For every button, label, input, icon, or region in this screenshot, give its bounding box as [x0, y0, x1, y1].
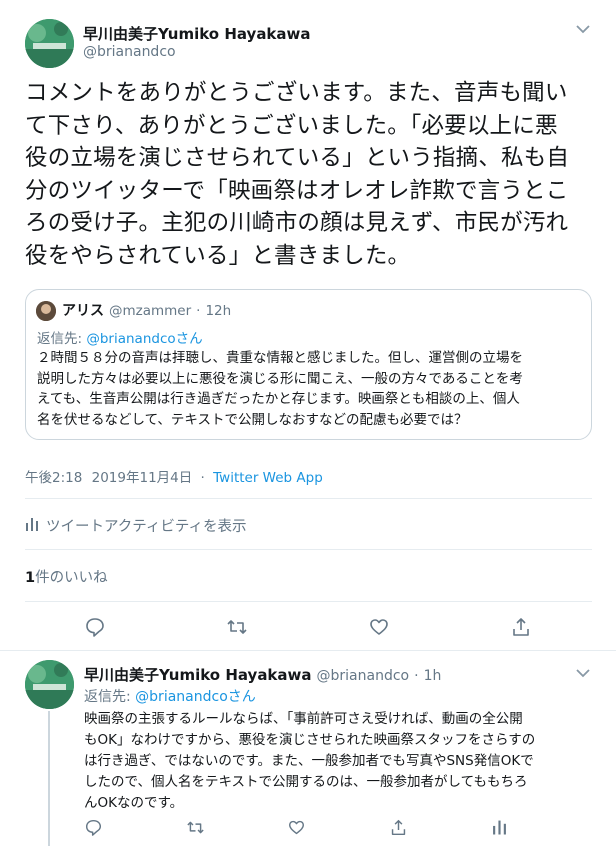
quote-reply-target[interactable]: @brianandco — [86, 331, 175, 347]
likes-count: 1 — [25, 570, 36, 586]
quote-time[interactable]: 12h — [205, 303, 231, 319]
tweet-activity-label: ツイートアクティビティを表示 — [46, 519, 247, 535]
reply-reply-to: 返信先: @brianandcoさん — [84, 686, 256, 706]
quote-author-handle[interactable]: @mzammer — [109, 303, 191, 319]
reply-reply-prefix: 返信先: — [84, 689, 136, 705]
divider — [25, 601, 592, 602]
heart-icon[interactable] — [368, 616, 390, 638]
reply-text: 映画祭の主張するルールならば、「事前許可さえ受ければ、動画の全公開 もOK」なわ… — [84, 709, 596, 814]
tweet-time[interactable]: 午後2:18 — [25, 470, 82, 486]
reply-icon[interactable] — [82, 816, 104, 838]
tweet-date[interactable]: 2019年11月4日 — [92, 470, 193, 486]
divider — [25, 549, 592, 550]
bar-chart-icon — [25, 517, 39, 535]
tweet-text: コメントをありがとうございます。また、音声も聞い て下さり、ありがとうございまし… — [25, 77, 595, 272]
tweet-text-line: 役の立場を演じさせられている」という指摘、私も自 — [25, 145, 570, 171]
reply-icon[interactable] — [84, 616, 106, 638]
quote-author-name[interactable]: アリス — [62, 300, 104, 320]
quote-text-line: 説明した方々は必要以上に悪役を演じる形に聞こえ、一般の方々であることを考 — [37, 370, 523, 387]
quote-reply-to: 返信先: @brianandcoさん — [37, 327, 203, 347]
retweet-icon[interactable] — [184, 816, 206, 838]
tweet-text-line: ろの受け子。主犯の川崎市の顔は見えず、市民が汚れ — [25, 210, 569, 236]
quote-separator: · — [196, 303, 201, 319]
avatar[interactable] — [25, 19, 74, 68]
likes-count-link[interactable]: 1件のいいね — [25, 566, 108, 587]
chevron-down-icon[interactable] — [576, 22, 590, 38]
reply-text-line: 映画祭の主張するルールならば、「事前許可さえ受ければ、動画の全公開 — [84, 711, 523, 727]
tweet-activity-link[interactable]: ツイートアクティビティを表示 — [25, 515, 247, 536]
reply-time[interactable]: 1h — [424, 668, 442, 684]
reply-text-line: したので、個人名をテキストで公開するのは、一般参加者がしてももちろ — [84, 774, 528, 790]
tweet-text-line: コメントをありがとうございます。また、音声も聞い — [25, 80, 568, 106]
thread-line — [48, 711, 50, 846]
quote-reply-suffix: さん — [175, 331, 203, 347]
reply-reply-suffix: さん — [227, 689, 256, 705]
divider — [25, 498, 592, 499]
quote-header: アリス @mzammer · 12h — [62, 300, 231, 320]
quote-text-line: 名を伏せるなどして、テキストで公開しなおすなどの配慮も必要では？ — [37, 411, 468, 428]
reply-text-line: んOKなのです。 — [84, 795, 184, 811]
reply-header: 早川由美子Yumiko Hayakawa @brianandco · 1h — [84, 664, 441, 685]
author-handle[interactable]: @brianandco — [83, 44, 176, 60]
tweet-client[interactable]: Twitter Web App — [213, 470, 323, 486]
quote-text-line: えても、生音声公開は行き過ぎだったかと存じます。映画祭とも相談の上、個人 — [37, 391, 520, 407]
share-icon[interactable] — [387, 816, 409, 838]
share-icon[interactable] — [510, 616, 532, 638]
quote-text-line: ２時間５８分の音声は拝聴し、貴重な情報と感じました。但し、運営側の立場を — [37, 350, 523, 366]
quote-reply-prefix: 返信先: — [37, 331, 87, 347]
quoted-tweet[interactable]: アリス @mzammer · 12h 返信先: @brianandcoさん ２時… — [25, 289, 592, 440]
tweet-separator: · — [200, 470, 205, 486]
heart-icon[interactable] — [285, 816, 307, 838]
tweet-text-line: 分のツイッターで「映画祭はオレオレ詐欺で言うとこ — [25, 177, 569, 204]
reply-text-line: は行き過ぎ、ではないのです。また、一般参加者でも写真やSNS発信OKで — [84, 753, 534, 769]
reply-reply-target[interactable]: @brianandco — [135, 689, 228, 705]
likes-label: 件のいいね — [35, 570, 108, 586]
analytics-icon[interactable] — [488, 816, 510, 838]
quote-text: ２時間５８分の音声は拝聴し、貴重な情報と感じました。但し、運営側の立場を 説明し… — [37, 348, 585, 430]
reply-author-name[interactable]: 早川由美子Yumiko Hayakawa — [84, 664, 312, 685]
divider — [0, 650, 616, 651]
quote-avatar[interactable] — [36, 301, 56, 321]
reply-author-handle[interactable]: @brianandco — [317, 668, 410, 684]
author-name[interactable]: 早川由美子Yumiko Hayakawa — [83, 23, 311, 44]
retweet-icon[interactable] — [226, 616, 248, 638]
reply-text-line: もOK」なわけですから、悪役を演じさせられた映画祭スタッフをさらすの — [84, 732, 536, 748]
tweet-text-line: 役をやらされている」と書きました。 — [25, 242, 411, 269]
avatar[interactable] — [25, 660, 74, 709]
reply-separator: · — [414, 668, 419, 684]
chevron-down-icon[interactable] — [576, 666, 590, 682]
tweet-timestamp: 午後2:18 2019年11月4日 · Twitter Web App — [25, 466, 323, 486]
tweet-text-line: て下さり、ありがとうございました。「必要以上に悪 — [25, 112, 558, 139]
